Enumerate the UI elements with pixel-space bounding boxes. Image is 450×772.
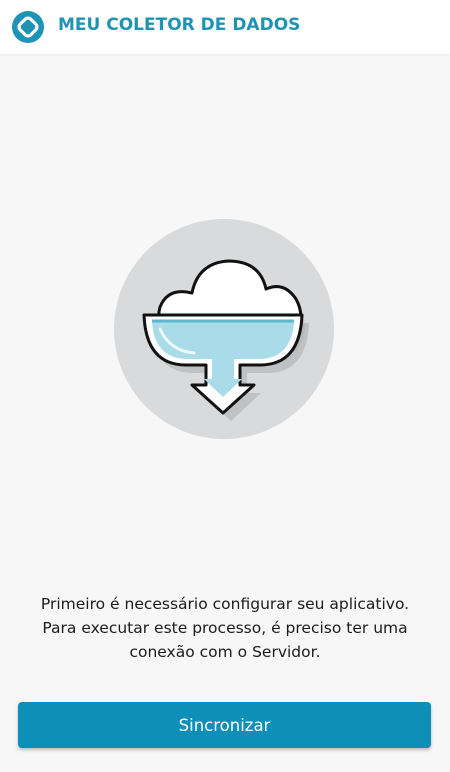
setup-message-line-1: Primeiro é necessário configurar seu apl…: [40, 595, 410, 613]
setup-message-line-2: Para executar este processo, é preciso t…: [42, 619, 408, 637]
cloud-download-icon: [114, 219, 334, 439]
setup-message-line-3: conexão com o Servidor.: [129, 643, 321, 661]
app-bar: MEU COLETOR DE DADOS: [0, 0, 450, 54]
sync-button[interactable]: Sincronizar: [18, 702, 431, 748]
app-logo-icon: [12, 11, 44, 43]
app-title: MEU COLETOR DE DADOS: [58, 15, 301, 35]
setup-message: Primeiro é necessário configurar seu apl…: [0, 592, 450, 664]
